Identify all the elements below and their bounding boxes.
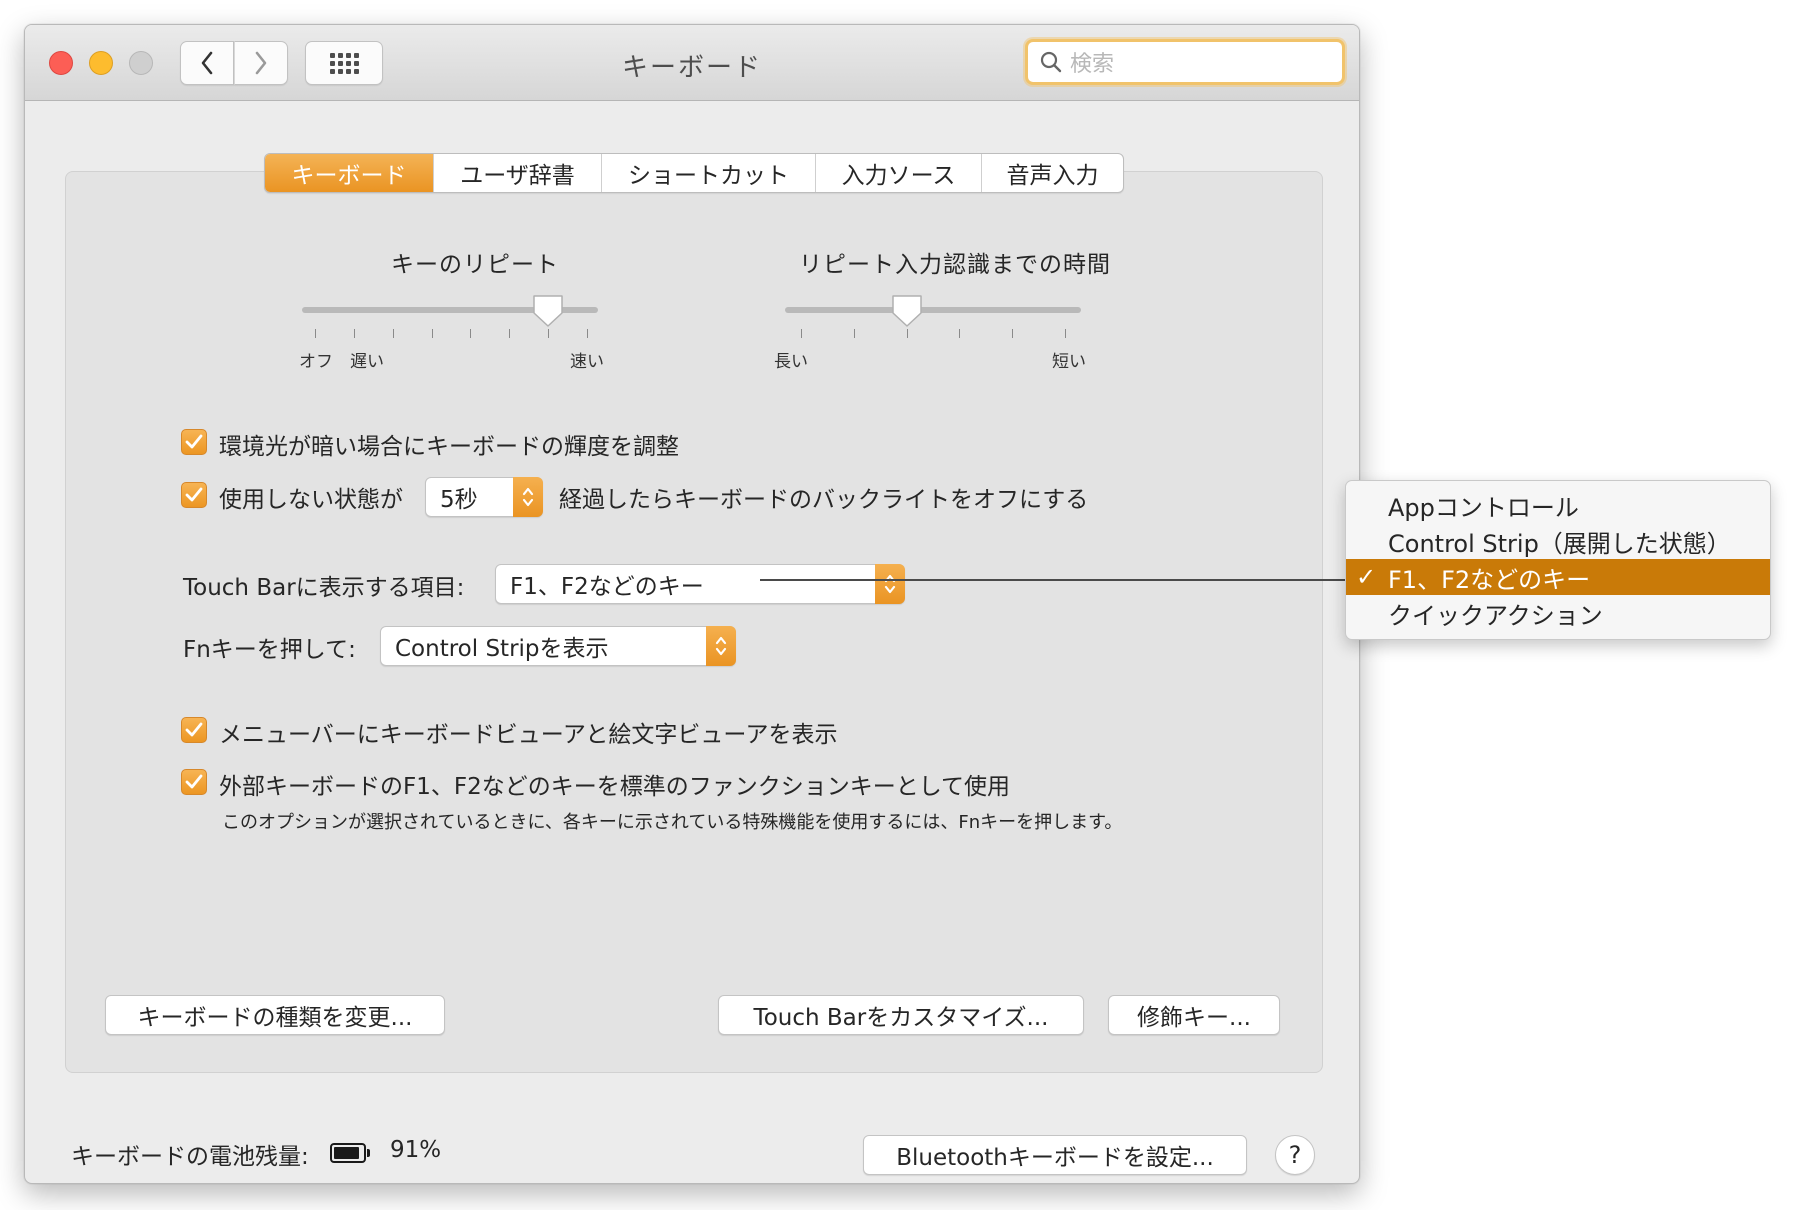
backlight-timeout-popup[interactable]: 5秒 (425, 477, 543, 517)
checkmark-icon (185, 722, 203, 737)
key-repeat-tick (315, 329, 316, 338)
search-field[interactable]: 検索 (1025, 39, 1345, 85)
tab-dictation[interactable]: 音声入力 (981, 154, 1123, 192)
key-repeat-tick (393, 329, 394, 338)
tab-input-sources[interactable]: 入力ソース (815, 154, 981, 192)
fn-key-popup[interactable]: Control Stripを表示 (380, 626, 736, 666)
delay-until-repeat-tick (801, 329, 802, 338)
battery-icon (330, 1143, 366, 1163)
delay-until-repeat-slider-knob[interactable] (890, 293, 924, 329)
key-repeat-tick (509, 329, 510, 338)
popup-arrows-icon (706, 626, 736, 666)
key-repeat-tick (470, 329, 471, 338)
battery-level-fill (334, 1147, 360, 1159)
adjust-brightness-checkbox[interactable] (181, 429, 207, 455)
touch-bar-value: F1、F2などのキー (510, 574, 704, 600)
key-repeat-tick (587, 329, 588, 338)
battery-label: キーボードの電池残量: (71, 1144, 309, 1170)
touch-bar-label: Touch Barに表示する項目: (183, 575, 465, 601)
search-placeholder: 検索 (1070, 52, 1115, 77)
show-viewers-checkbox[interactable] (181, 717, 207, 743)
title-bar: キーボード 検索 (25, 25, 1359, 101)
delay-until-repeat-tick (959, 329, 960, 338)
key-repeat-slow-label: 遅い (350, 352, 384, 372)
show-viewers-label: メニューバーにキーボードビューアと絵文字ビューアを表示 (219, 722, 838, 748)
tab-shortcuts[interactable]: ショートカット (601, 154, 815, 192)
key-repeat-tick (548, 329, 549, 338)
bluetooth-keyboard-setup-button[interactable]: Bluetoothキーボードを設定... (863, 1135, 1247, 1175)
backlight-timeout-value: 5秒 (440, 487, 478, 513)
delay-until-repeat-tick (1065, 329, 1066, 338)
delay-until-repeat-slider[interactable] (785, 307, 1081, 313)
backlight-off-checkbox[interactable] (181, 482, 207, 508)
delay-until-repeat-tick (907, 329, 908, 338)
checkmark-icon (185, 434, 203, 449)
delay-until-repeat-tick (1012, 329, 1013, 338)
popup-arrows-icon (513, 477, 543, 517)
menu-item-f-keys[interactable]: ✓ F1、F2などのキー (1346, 559, 1770, 595)
menu-item-label: クイックアクション (1388, 601, 1603, 630)
menu-item-expanded-control-strip[interactable]: Control Strip（展開した状態） (1346, 523, 1770, 559)
checkmark-icon (185, 487, 203, 502)
tab-user-dictionary[interactable]: ユーザ辞書 (433, 154, 601, 192)
delay-until-repeat-tick (854, 329, 855, 338)
key-repeat-tick (354, 329, 355, 338)
battery-cap (367, 1149, 370, 1157)
tab-bar: キーボード ユーザ辞書 ショートカット 入力ソース 音声入力 (264, 153, 1124, 193)
menu-item-label: Control Strip（展開した状態） (1388, 529, 1731, 558)
delay-long-label: 長い (774, 352, 808, 372)
fn-key-label: Fnキーを押して: (183, 637, 356, 663)
menu-item-label: F1、F2などのキー (1388, 565, 1591, 594)
standard-fkeys-label: 外部キーボードのF1、F2などのキーを標準のファンクションキーとして使用 (219, 774, 1011, 800)
change-keyboard-type-button[interactable]: キーボードの種類を変更... (105, 995, 445, 1035)
menu-item-app-controls[interactable]: Appコントロール (1346, 487, 1770, 523)
key-repeat-tick (432, 329, 433, 338)
tab-keyboard[interactable]: キーボード (265, 154, 433, 192)
backlight-off-label-before: 使用しない状態が (219, 487, 403, 513)
battery-percent: 91% (390, 1137, 442, 1163)
modifier-keys-button[interactable]: 修飾キー... (1108, 995, 1280, 1035)
key-repeat-label: キーのリピート (391, 252, 559, 278)
help-button[interactable]: ? (1275, 1135, 1315, 1175)
tab-panel (65, 171, 1323, 1073)
touch-bar-menu: Appコントロール Control Strip（展開した状態） ✓ F1、F2な… (1345, 480, 1771, 640)
customize-touch-bar-button[interactable]: Touch Barをカスタマイズ... (718, 995, 1084, 1035)
key-repeat-off-label: オフ (299, 352, 333, 372)
adjust-brightness-label: 環境光が暗い場合にキーボードの輝度を調整 (219, 434, 679, 460)
search-icon (1040, 51, 1062, 73)
checkmark-icon (185, 774, 203, 789)
checkmark-icon: ✓ (1356, 563, 1377, 591)
callout-line (760, 579, 1355, 581)
menu-item-label: Appコントロール (1388, 493, 1579, 522)
popup-arrows-icon (875, 564, 905, 604)
standard-fkeys-note: このオプションが選択されているときに、各キーに示されている特殊機能を使用するには… (222, 812, 1123, 833)
fn-key-value: Control Stripを表示 (395, 636, 609, 662)
delay-until-repeat-label: リピート入力認識までの時間 (799, 252, 1111, 278)
backlight-off-label-after: 経過したらキーボードのバックライトをオフにする (559, 487, 1089, 513)
key-repeat-fast-label: 速い (570, 352, 604, 372)
menu-item-quick-actions[interactable]: クイックアクション (1346, 595, 1770, 631)
standard-fkeys-checkbox[interactable] (181, 769, 207, 795)
delay-short-label: 短い (1052, 352, 1086, 372)
key-repeat-slider-knob[interactable] (531, 293, 565, 329)
touch-bar-popup[interactable]: F1、F2などのキー (495, 564, 905, 604)
preferences-window: キーボード 検索 キーボード ユーザ辞書 ショートカット 入力ソース 音声入力 … (24, 24, 1360, 1184)
